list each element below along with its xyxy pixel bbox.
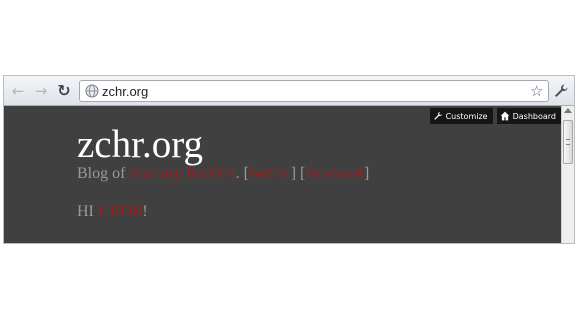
urdb-link[interactable]: URDB bbox=[98, 203, 142, 220]
forward-arrow-icon[interactable]: → bbox=[32, 82, 50, 100]
globe-icon bbox=[85, 84, 99, 98]
author-link[interactable]: Zachary Reddell bbox=[129, 165, 235, 182]
home-icon bbox=[500, 111, 509, 121]
tagline: Blog of Zachary Reddell. [twitter] [face… bbox=[77, 165, 369, 183]
tagline-end: ] bbox=[364, 165, 370, 182]
greeting: HI URDB! bbox=[77, 203, 148, 221]
tagline-separator: . [ bbox=[235, 165, 249, 182]
vertical-scrollbar[interactable] bbox=[561, 106, 574, 243]
browser-toolbar: ← → ↻ zchr.org ☆ bbox=[4, 76, 574, 106]
greeting-suffix: ! bbox=[142, 203, 148, 220]
back-arrow-icon[interactable]: ← bbox=[9, 82, 27, 100]
star-icon[interactable]: ☆ bbox=[530, 82, 543, 100]
facebook-link[interactable]: facebook bbox=[305, 165, 364, 182]
tagline-middle: ] [ bbox=[290, 165, 306, 182]
scroll-up-icon[interactable] bbox=[564, 108, 572, 113]
scroll-thumb[interactable] bbox=[563, 120, 573, 164]
reload-icon[interactable]: ↻ bbox=[55, 82, 73, 100]
twitter-link[interactable]: twitter bbox=[249, 165, 291, 182]
greeting-prefix: HI bbox=[77, 203, 98, 220]
browser-window: ← → ↻ zchr.org ☆ Customize Dashboard zch… bbox=[3, 75, 575, 244]
url-text[interactable]: zchr.org bbox=[102, 84, 148, 99]
address-bar[interactable]: zchr.org ☆ bbox=[79, 80, 549, 102]
site-title[interactable]: zchr.org bbox=[77, 125, 203, 164]
customize-label: Customize bbox=[445, 111, 488, 121]
admin-bar: Customize Dashboard bbox=[429, 108, 561, 124]
wrench-icon bbox=[433, 111, 442, 120]
wrench-icon[interactable] bbox=[553, 83, 569, 99]
page-content: Customize Dashboard zchr.org Blog of Zac… bbox=[4, 106, 561, 243]
dashboard-label: Dashboard bbox=[512, 111, 556, 121]
tagline-prefix: Blog of bbox=[77, 165, 130, 182]
grip-icon bbox=[566, 139, 570, 145]
dashboard-button[interactable]: Dashboard bbox=[496, 108, 561, 124]
customize-button[interactable]: Customize bbox=[429, 108, 493, 124]
